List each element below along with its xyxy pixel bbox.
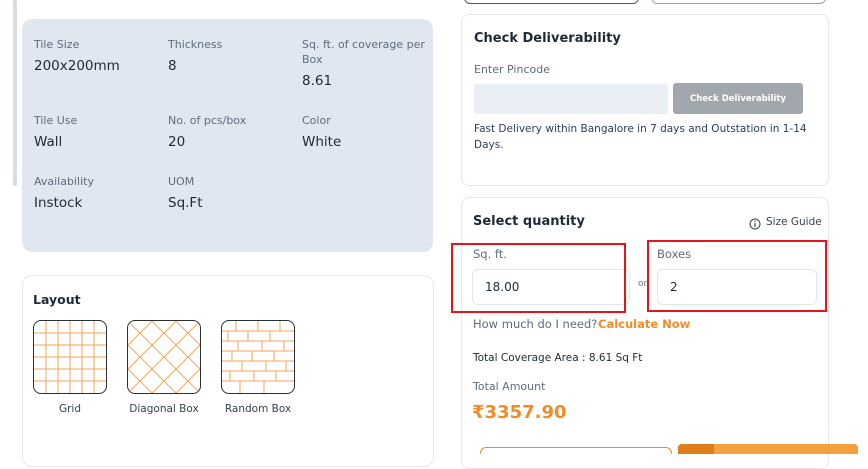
layout-caption-diagonal: Diagonal Box [129,403,199,415]
layout-caption-grid: Grid [58,403,82,415]
coverage-label: Sq. ft. of coverage per [302,38,425,51]
buy-now-button-accent [678,444,714,454]
brick-pattern-icon [222,321,294,393]
info-icon [749,215,763,230]
or-separator: or [638,279,648,289]
delivery-note-line1: Fast Delivery within Bangalore in 7 days… [474,123,807,135]
layout-option-diagonal-box[interactable] [127,320,201,394]
availability-label: Availability [34,175,94,188]
top-button-right[interactable] [651,0,826,4]
check-deliverability-button[interactable]: Check Deliverability [673,83,803,114]
coverage-label-line2: Box [302,53,323,66]
pincode-label: Enter Pincode [474,63,550,76]
total-amount-label: Total Amount [473,380,546,393]
tile-use-label: Tile Use [34,114,78,127]
layout-option-random-box[interactable] [221,320,295,394]
grid-pattern-icon [34,321,106,393]
calculate-now-link[interactable]: Calculate Now [598,317,690,331]
total-amount-value: ₹3357.90 [472,402,567,423]
specifications-panel: Tile Size 200x200mm Thickness 8 Sq. ft. … [22,19,433,252]
uom-value: Sq.Ft [168,195,203,211]
color-label: Color [302,114,331,127]
tile-size-label: Tile Size [34,38,80,51]
diagonal-pattern-icon [128,321,200,393]
pcs-per-box-label: No. of pcs/box [168,114,247,127]
pincode-input[interactable] [474,84,668,114]
quantity-card [461,197,829,469]
tile-use-value: Wall [34,134,63,150]
availability-value: Instock [34,195,83,211]
layout-card: Layout Grid Diagonal Box Random Box [22,275,434,467]
how-much-text: How much do I need? [473,317,598,331]
quantity-title: Select quantity [473,214,585,229]
highlight-box-sqft [451,243,626,313]
uom-label: UOM [168,175,195,188]
thickness-value: 8 [168,58,177,74]
scrollbar[interactable] [13,0,17,186]
pcs-per-box-value: 20 [168,134,186,150]
highlight-box-boxes [647,240,827,312]
layout-option-grid[interactable] [33,320,107,394]
deliverability-title: Check Deliverability [474,31,621,46]
layout-title: Layout [33,292,81,307]
tile-size-value: 200x200mm [34,58,120,74]
thickness-label: Thickness [168,38,223,51]
layout-caption-random: Random Box [224,403,292,415]
delivery-note-line2: Days. [474,139,504,151]
top-button-left[interactable] [464,0,639,4]
coverage-value: 8.61 [302,73,333,89]
color-value: White [302,134,342,150]
size-guide-link[interactable]: Size Guide [766,216,822,228]
total-coverage: Total Coverage Area : 8.61 Sq Ft [473,352,643,364]
